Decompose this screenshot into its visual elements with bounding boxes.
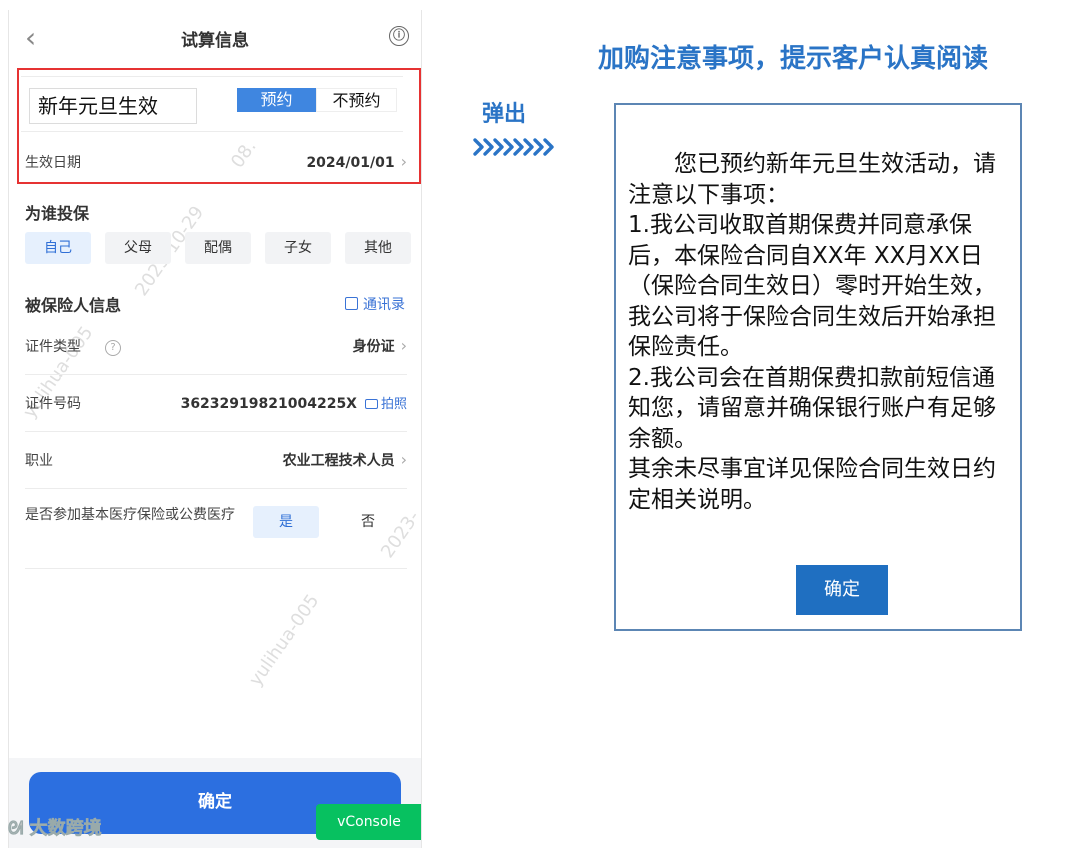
watermark: yulihua-005 [245, 590, 324, 691]
id-type-row[interactable]: 证件类型? 身份证 › [25, 336, 407, 356]
chevron-right-icon: › [400, 450, 407, 469]
headline: 加购注意事项，提示客户认真阅读 [598, 44, 989, 74]
medical-yes-button[interactable]: 是 [253, 506, 319, 538]
chevron-arrow-icon [473, 138, 554, 156]
divider [25, 431, 407, 432]
chip-spouse[interactable]: 配偶 [185, 232, 251, 264]
photo-label: 拍照 [380, 397, 407, 412]
id-number-row[interactable]: 证件号码 36232919821004225X 拍照 [25, 393, 407, 413]
logo: ᘛ 大数跨境 [8, 814, 148, 842]
vconsole-button[interactable]: vConsole [316, 804, 421, 840]
id-type-value: 身份证 [352, 339, 395, 355]
chip-parents[interactable]: 父母 [105, 232, 171, 264]
chip-children[interactable]: 子女 [265, 232, 331, 264]
id-type-label: 证件类型 [25, 339, 81, 355]
occupation-label: 职业 [25, 453, 53, 469]
highlight-box [17, 68, 421, 184]
photo-button[interactable]: 拍照 [364, 397, 407, 412]
help-icon[interactable]: ? [105, 340, 121, 356]
divider [25, 488, 407, 489]
notice-dialog: 您已预约新年元旦生效活动，请注意以下事项： 1.我公司收取首期保费并同意承保后，… [614, 103, 1022, 631]
occupation-value: 农业工程技术人员 [282, 453, 395, 469]
medical-insurance-label: 是否参加基本医疗保险或公费医疗 [25, 507, 235, 523]
logo-icon: ᘛ [8, 818, 30, 840]
info-icon[interactable]: ⓘ [389, 26, 409, 46]
insured-info-title: 被保险人信息 [25, 296, 122, 315]
chip-self[interactable]: 自己 [25, 232, 91, 264]
medical-no-button[interactable]: 否 [335, 506, 401, 538]
contacts-icon [345, 297, 358, 310]
camera-icon [364, 399, 378, 409]
popup-label: 弹出 [482, 102, 527, 127]
contacts-label: 通讯录 [363, 297, 405, 313]
insure-for-title: 为谁投保 [25, 204, 90, 223]
logo-text: 大数跨境 [29, 818, 102, 840]
page-title: 试算信息 [181, 31, 249, 51]
dialog-paragraph: 您已预约新年元旦生效活动，请注意以下事项： [628, 151, 996, 208]
id-number-label: 证件号码 [25, 396, 81, 412]
insure-for-options: 自己 父母 配偶 子女 其他 [25, 232, 411, 264]
chevron-right-icon: › [400, 336, 407, 355]
dialog-confirm-button[interactable]: 确定 [796, 565, 888, 615]
dialog-paragraph: 2.我公司会在首期保费扣款前短信通知您，请留意并确保银行账户有足够余额。 [628, 364, 996, 452]
nav-bar: ‹ 试算信息 ⓘ [9, 10, 421, 66]
divider [25, 568, 407, 569]
dialog-body: 您已预约新年元旦生效活动，请注意以下事项： 1.我公司收取首期保费并同意承保后，… [628, 149, 1010, 515]
dialog-paragraph: 1.我公司收取首期保费并同意承保后，本保险合同自XX年 XX月XX日（保险合同生… [628, 212, 996, 360]
dialog-paragraph: 其余未尽事宜详见保险合同生效日约定相关说明。 [628, 456, 996, 513]
divider [25, 374, 407, 375]
id-number-value: 36232919821004225X [180, 396, 357, 412]
occupation-row[interactable]: 职业 农业工程技术人员 › [25, 450, 407, 470]
phone-screen: ‹ 试算信息 ⓘ 08. 2023-10-29 yulihua-005 yuli… [8, 10, 422, 848]
chip-other[interactable]: 其他 [345, 232, 411, 264]
contacts-link[interactable]: 通讯录 [345, 294, 405, 314]
